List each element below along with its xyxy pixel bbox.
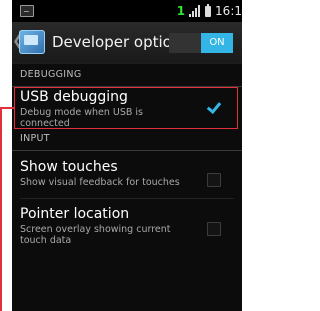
show-touches-checkbox[interactable] (207, 173, 221, 187)
status-right-area: 1 16:1 (177, 3, 242, 19)
callout-line-horizontal (0, 107, 15, 109)
battery-icon (205, 3, 212, 17)
pref-pointer-location[interactable]: Pointer location Screen overlay showing … (12, 200, 242, 252)
section-header-input: INPUT (12, 128, 242, 151)
pref-title: Pointer location (20, 206, 130, 222)
image-notification-icon (20, 5, 34, 17)
settings-app-icon[interactable] (19, 30, 45, 54)
divider (20, 198, 234, 199)
pref-show-touches[interactable]: Show touches Show visual feedback for to… (12, 152, 242, 198)
highlight-box (14, 87, 238, 129)
notification-count: 1 (176, 4, 186, 18)
pointer-location-checkbox[interactable] (207, 222, 221, 236)
developer-options-toggle[interactable]: ON (169, 33, 233, 53)
pref-summary: Show visual feedback for touches (20, 177, 180, 188)
signal-bars-icon (189, 5, 201, 17)
callout-line-vertical (0, 107, 2, 311)
pref-title: Show touches (20, 159, 118, 175)
status-bar: 1 16:1 (12, 0, 242, 22)
section-header-debugging: DEBUGGING (12, 64, 242, 87)
status-clock: 16:1 (215, 4, 242, 18)
action-bar: ❮ Developer options ON (12, 22, 242, 64)
pref-summary: Screen overlay showing current touch dat… (20, 224, 171, 246)
device-screen: 1 16:1 ❮ Developer options ON DEBUGGING … (12, 0, 242, 311)
toggle-on-label: ON (201, 33, 233, 53)
